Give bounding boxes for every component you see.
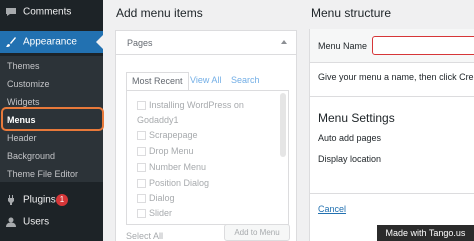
display-location-label: Display location xyxy=(318,154,382,164)
submenu-background[interactable]: Background xyxy=(7,151,55,161)
divider xyxy=(309,96,474,97)
pages-section-label: Pages xyxy=(127,38,153,48)
menu-name-label: Menu Name xyxy=(318,41,368,51)
paintbrush-icon xyxy=(6,37,16,47)
auto-add-pages-label: Auto add pages xyxy=(318,133,382,143)
page-checkbox[interactable] xyxy=(137,179,146,188)
menus-highlight-box xyxy=(1,107,104,131)
submenu-themes[interactable]: Themes xyxy=(7,61,40,71)
page-item-label: Slider xyxy=(149,208,173,218)
checklist-scrollbar[interactable] xyxy=(280,93,286,157)
page-item-label: Number Menu xyxy=(149,162,207,172)
page-checkbox[interactable] xyxy=(137,209,146,218)
menu-settings-title: Menu Settings xyxy=(318,111,395,125)
comment-icon xyxy=(6,8,16,16)
nav-appearance-label: Appearance xyxy=(23,36,77,48)
plugins-update-badge: 1 xyxy=(56,194,68,206)
page-checkbox[interactable] xyxy=(137,131,146,140)
tab-most-recent[interactable]: Most Recent xyxy=(126,72,189,90)
nav-comments[interactable]: Comments xyxy=(0,2,103,22)
page-item-label-continued: Godaddy1 xyxy=(137,115,179,125)
pages-checklist: Installing WordPress on Godaddy1 Scrapep… xyxy=(126,90,289,225)
submenu-header[interactable]: Header xyxy=(7,133,37,143)
submenu-theme-file-editor[interactable]: Theme File Editor xyxy=(7,169,78,179)
page-item-label: Installing WordPress on xyxy=(149,100,244,110)
menu-name-input[interactable] xyxy=(372,36,474,55)
admin-sidebar: Comments Appearance Themes Customize Wid… xyxy=(0,0,104,241)
page-checkbox[interactable] xyxy=(137,163,146,172)
submenu-customize[interactable]: Customize xyxy=(7,79,50,89)
submenu-widgets[interactable]: Widgets xyxy=(7,97,40,107)
nav-users[interactable]: Users xyxy=(0,213,103,231)
nav-comments-label: Comments xyxy=(23,6,72,18)
nav-appearance[interactable]: Appearance xyxy=(0,31,103,53)
nav-users-label: Users xyxy=(23,216,50,228)
add-menu-items-title: Add menu items xyxy=(116,6,203,20)
nav-plugins-label: Plugins xyxy=(23,194,56,206)
select-all-link[interactable]: Select All xyxy=(126,231,163,241)
menu-name-helper-text: Give your menu a name, then click Create xyxy=(318,72,474,82)
cancel-link[interactable]: Cancel xyxy=(318,204,346,214)
page-checkbox[interactable] xyxy=(137,101,146,110)
nav-plugins[interactable]: Plugins 1 xyxy=(0,191,103,209)
menu-structure-title: Menu structure xyxy=(311,6,392,20)
page-checkbox[interactable] xyxy=(137,194,146,203)
page-item-label: Drop Menu xyxy=(149,146,194,156)
caret-up-icon xyxy=(281,40,287,44)
page-checkbox[interactable] xyxy=(137,147,146,156)
user-icon xyxy=(6,217,16,227)
page-item-label: Dialog xyxy=(149,193,175,203)
divider xyxy=(309,193,474,194)
tango-watermark: Made with Tango.us xyxy=(377,225,474,241)
tab-view-all[interactable]: View All xyxy=(185,72,226,90)
page-item-label: Position Dialog xyxy=(149,178,210,188)
add-to-menu-button[interactable]: Add to Menu xyxy=(224,224,290,241)
plugin-icon xyxy=(8,195,14,205)
pages-accordion-header[interactable]: Pages xyxy=(115,30,297,55)
page-item-label: Scrapepage xyxy=(149,130,198,140)
tab-search[interactable]: Search xyxy=(226,72,265,90)
